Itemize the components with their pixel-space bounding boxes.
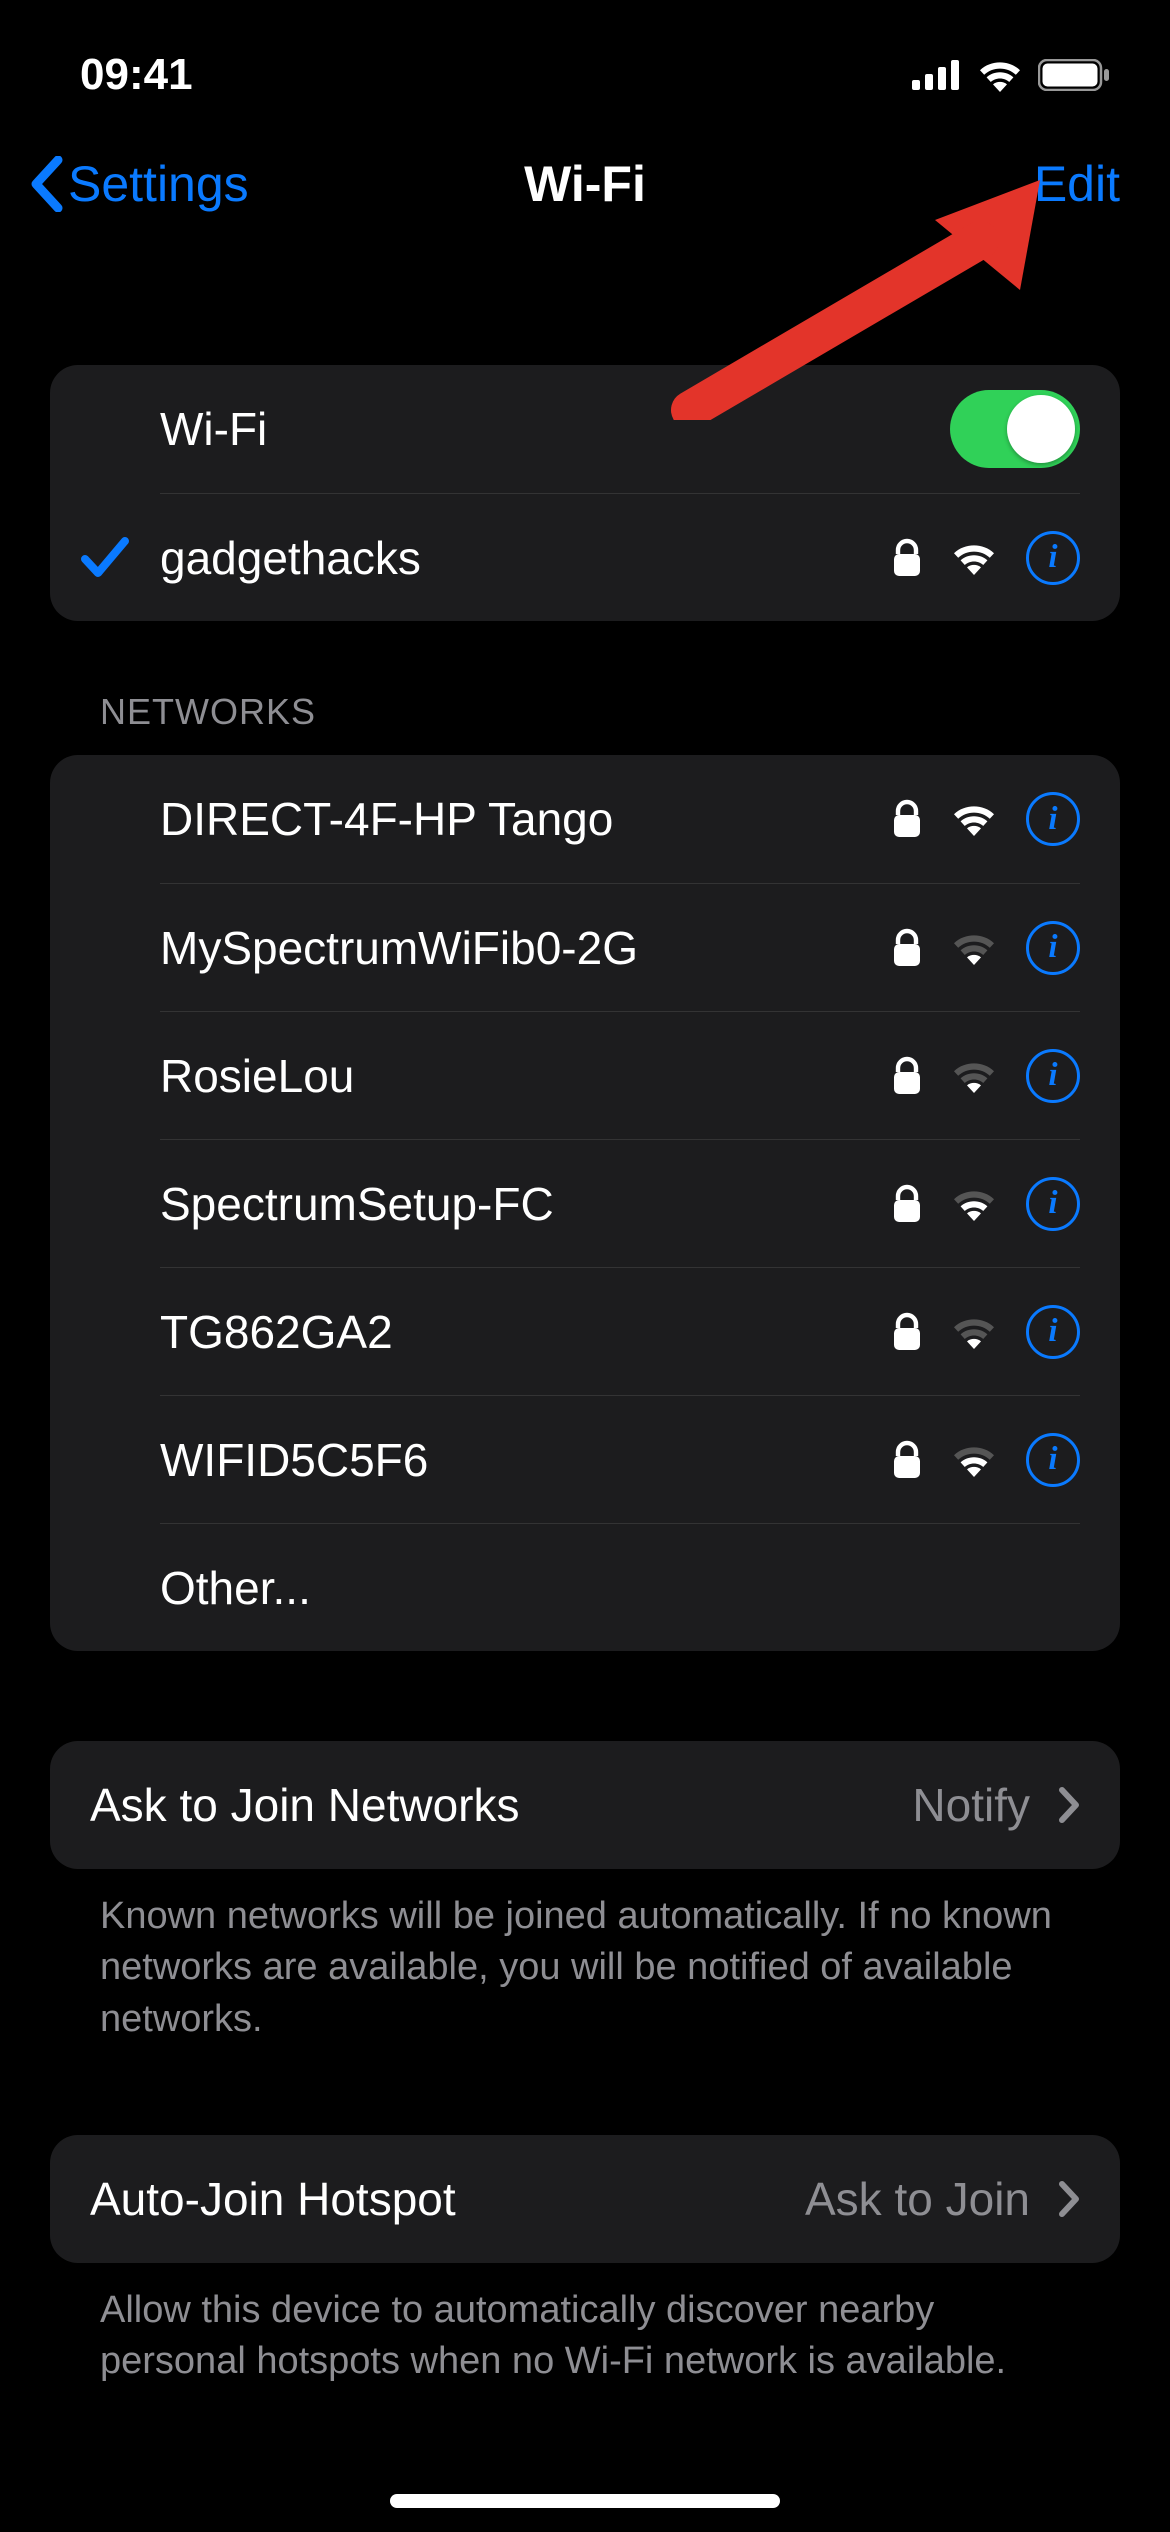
network-name: DIRECT-4F-HP Tango [160,792,892,846]
chevron-left-icon [30,156,66,212]
cellular-icon [912,60,962,90]
networks-group: DIRECT-4F-HP Tango i MySpectrumWiFib0-2G… [50,755,1120,1651]
ask-join-label: Ask to Join Networks [90,1778,912,1832]
lock-icon [892,928,922,968]
networks-header: NETWORKS [50,621,1120,755]
lock-icon [892,1184,922,1224]
connected-network-trailing: i [892,531,1080,585]
lock-icon [892,1312,922,1352]
edit-button[interactable]: Edit [1034,155,1120,213]
wifi-signal-icon [950,1315,998,1349]
wifi-signal-icon [950,1443,998,1477]
ask-join-row[interactable]: Ask to Join Networks Notify [50,1741,1120,1869]
back-button[interactable]: Settings [30,155,249,213]
wifi-toggle[interactable] [950,390,1080,468]
auto-hotspot-value: Ask to Join [805,2172,1030,2226]
info-button[interactable]: i [1026,1433,1080,1487]
connected-network-row[interactable]: gadgethacks i [50,493,1120,621]
info-button[interactable]: i [1026,1177,1080,1231]
auto-hotspot-label: Auto-Join Hotspot [90,2172,805,2226]
back-label: Settings [68,155,249,213]
info-button[interactable]: i [1026,1049,1080,1103]
status-time: 09:41 [80,50,193,100]
network-name: MySpectrumWiFib0-2G [160,921,892,975]
wifi-toggle-group: Wi-Fi gadgethacks i [50,365,1120,621]
ask-join-value: Notify [912,1778,1030,1832]
auto-hotspot-row[interactable]: Auto-Join Hotspot Ask to Join [50,2135,1120,2263]
home-indicator[interactable] [390,2494,780,2508]
wifi-toggle-label: Wi-Fi [160,402,950,456]
info-button[interactable]: i [1026,1305,1080,1359]
wifi-signal-icon [950,541,998,575]
chevron-right-icon [1058,2180,1080,2218]
network-name: RosieLou [160,1049,892,1103]
other-label: Other... [160,1561,1080,1615]
network-row[interactable]: RosieLou i [50,1011,1120,1139]
lock-icon [892,799,922,839]
network-row[interactable]: WIFID5C5F6 i [50,1395,1120,1523]
wifi-signal-icon [950,931,998,965]
network-row[interactable]: TG862GA2 i [50,1267,1120,1395]
wifi-status-icon [976,58,1024,92]
checkmark-icon [79,531,131,583]
lock-icon [892,1056,922,1096]
chevron-right-icon [1058,1786,1080,1824]
info-button[interactable]: i [1026,921,1080,975]
network-name: SpectrumSetup-FC [160,1177,892,1231]
network-name: TG862GA2 [160,1305,892,1359]
nav-bar: Settings Wi-Fi Edit [0,130,1170,250]
auto-hotspot-group: Auto-Join Hotspot Ask to Join [50,2135,1120,2263]
network-row[interactable]: MySpectrumWiFib0-2G i [50,883,1120,1011]
ask-join-footer: Known networks will be joined automatica… [50,1869,1120,2045]
network-row[interactable]: DIRECT-4F-HP Tango i [50,755,1120,883]
info-button[interactable]: i [1026,531,1080,585]
wifi-signal-icon [950,802,998,836]
auto-hotspot-footer: Allow this device to automatically disco… [50,2263,1120,2388]
wifi-signal-icon [950,1059,998,1093]
wifi-signal-icon [950,1187,998,1221]
network-name: WIFID5C5F6 [160,1433,892,1487]
network-row[interactable]: SpectrumSetup-FC i [50,1139,1120,1267]
info-button[interactable]: i [1026,792,1080,846]
connected-network-name: gadgethacks [160,531,892,585]
status-icons [912,58,1110,92]
lock-icon [892,538,922,578]
ask-join-group: Ask to Join Networks Notify [50,1741,1120,1869]
battery-icon [1038,59,1110,91]
status-bar: 09:41 [0,0,1170,130]
wifi-toggle-row: Wi-Fi [50,365,1120,493]
lock-icon [892,1440,922,1480]
other-network-row[interactable]: Other... [50,1523,1120,1651]
